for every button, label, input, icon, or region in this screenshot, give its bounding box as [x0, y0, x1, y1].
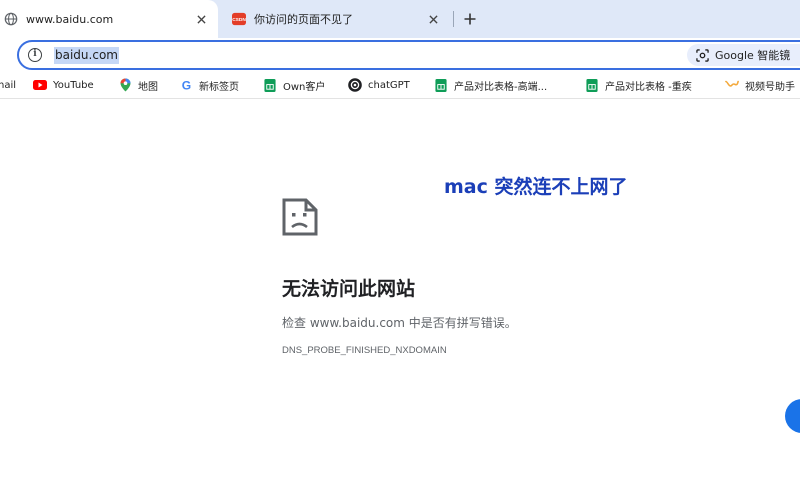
- error-description: 检查 www.baidu.com 中是否有拼写错误。: [282, 316, 517, 330]
- bookmark-product-compare-high[interactable]: 产品对比表格-高端...: [434, 77, 547, 93]
- bookmark-label: 产品对比表格-高端...: [454, 81, 548, 93]
- bookmark-label: YouTube: [53, 79, 94, 91]
- close-icon: [428, 14, 438, 24]
- address-bar[interactable]: i baidu.com Google 智能镜: [17, 40, 800, 70]
- side-panel-button[interactable]: [785, 399, 800, 433]
- youtube-icon: [33, 80, 47, 90]
- google-icon: G: [181, 79, 190, 92]
- tab-strip: www.baidu.com CSDN 你访问的页面不见了: [0, 0, 800, 38]
- new-tab-button[interactable]: [460, 9, 480, 29]
- maps-icon: [120, 78, 130, 92]
- chatgpt-icon: [348, 78, 362, 92]
- sad-page-icon: [282, 198, 318, 236]
- bookmarks-divider: [0, 98, 800, 99]
- lens-icon: [696, 48, 709, 62]
- bookmark-label: 地图: [138, 81, 158, 93]
- bookmark-gmail[interactable]: nail: [0, 77, 16, 93]
- error-title: 无法访问此网站: [282, 278, 416, 300]
- bookmark-product-compare-critical[interactable]: 产品对比表格 -重疾: [585, 77, 692, 93]
- google-lens-button[interactable]: Google 智能镜: [687, 44, 800, 66]
- bookmarks-bar: nail YouTube 地图 G 新标签页 Own客户 chatGPT 产品对…: [0, 72, 800, 98]
- tab-title: www.baidu.com: [26, 12, 114, 26]
- bookmark-chatgpt[interactable]: chatGPT: [348, 77, 410, 93]
- bookmark-youtube[interactable]: YouTube: [33, 77, 94, 93]
- tab-page-not-found[interactable]: CSDN 你访问的页面不见了: [222, 0, 450, 38]
- bookmark-label: 产品对比表格 -重疾: [605, 81, 692, 93]
- url-text[interactable]: baidu.com: [54, 47, 119, 64]
- close-tab-button[interactable]: [424, 10, 442, 28]
- svg-text:CSDN: CSDN: [232, 17, 246, 23]
- sheets-icon: [586, 78, 598, 92]
- error-code: DNS_PROBE_FINISHED_NXDOMAIN: [282, 345, 447, 356]
- bookmark-maps[interactable]: 地图: [118, 77, 158, 93]
- svg-text:G: G: [181, 79, 190, 92]
- plus-icon: [464, 13, 476, 25]
- bookmark-label: nail: [0, 79, 17, 91]
- tab-divider: [453, 11, 454, 27]
- close-icon: [196, 14, 206, 24]
- bookmark-label: 新标签页: [199, 81, 239, 93]
- close-tab-button[interactable]: [192, 10, 210, 28]
- bookmark-wechat-channels[interactable]: 视频号助手: [725, 77, 795, 93]
- bookmark-new-tab[interactable]: G 新标签页: [179, 77, 239, 93]
- csdn-icon: CSDN: [232, 12, 246, 26]
- site-info-icon[interactable]: i: [28, 48, 42, 62]
- wechat-channels-icon: [725, 80, 739, 87]
- sheets-icon: [435, 78, 447, 92]
- sheets-icon: [264, 78, 276, 92]
- tab-baidu[interactable]: www.baidu.com: [0, 0, 218, 38]
- annotation-text: mac 突然连不上网了: [444, 176, 628, 198]
- globe-icon: [4, 12, 18, 26]
- bookmark-label: 视频号助手: [745, 81, 795, 93]
- tab-title: 你访问的页面不见了: [254, 13, 353, 26]
- lens-label: Google 智能镜: [715, 49, 791, 62]
- toolbar: i baidu.com Google 智能镜: [0, 38, 800, 72]
- bookmark-own-clients[interactable]: Own客户: [263, 77, 325, 93]
- bookmark-label: chatGPT: [368, 79, 410, 91]
- bookmark-label: Own客户: [283, 81, 326, 93]
